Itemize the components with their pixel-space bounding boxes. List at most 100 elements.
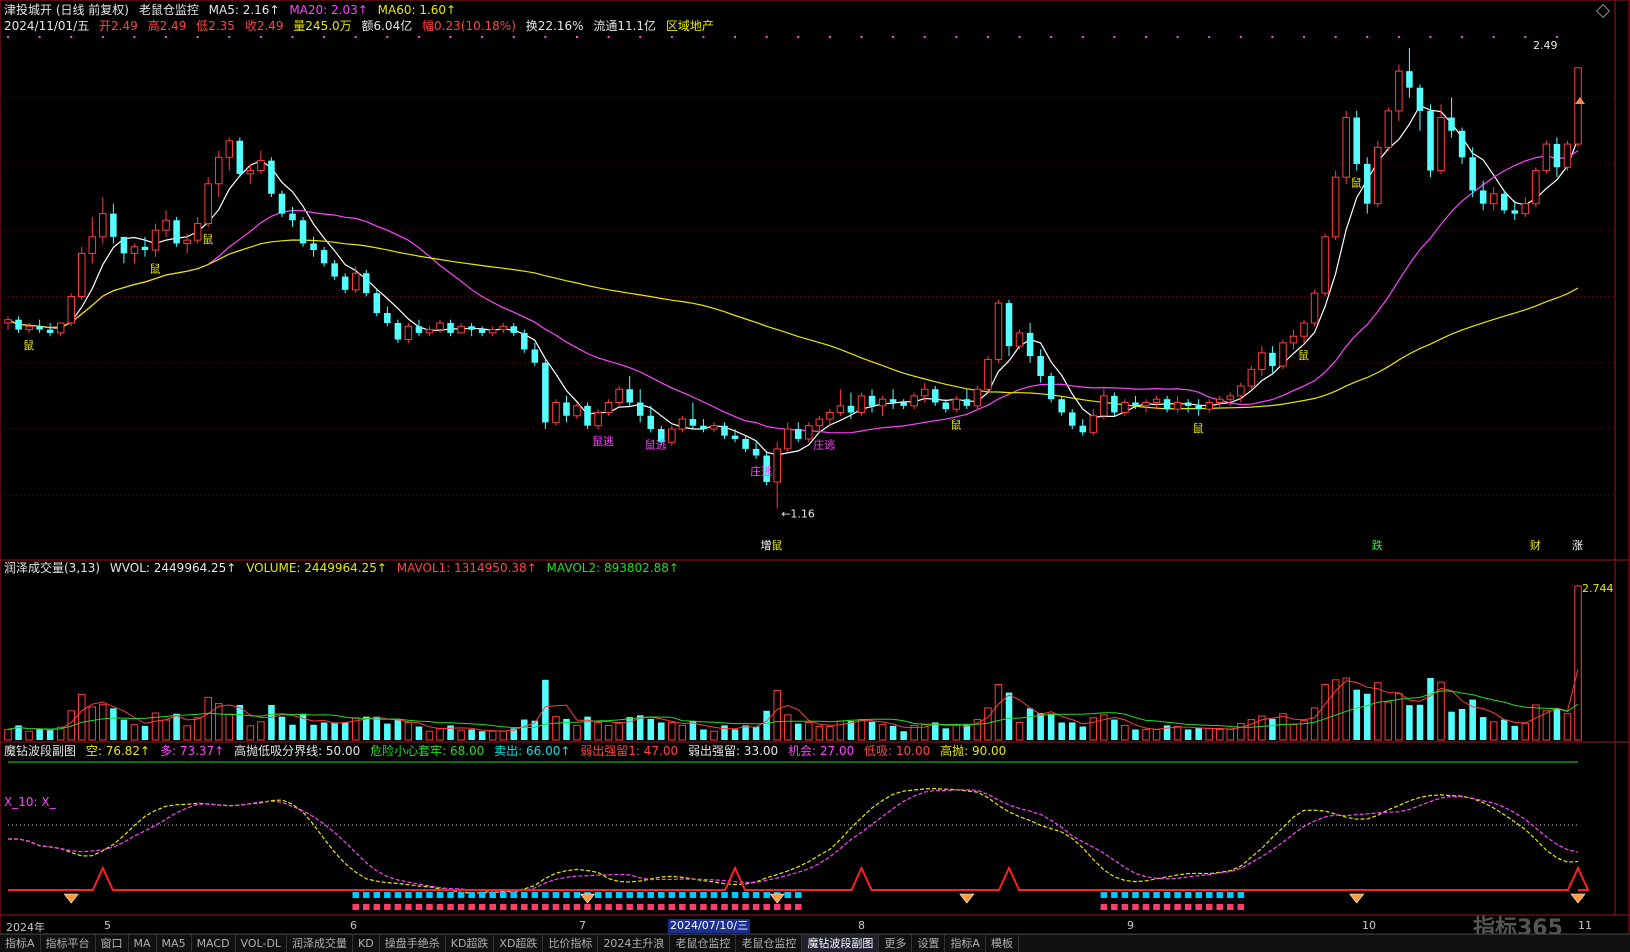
top-marker-dot bbox=[670, 36, 673, 38]
tab-5[interactable]: MACD bbox=[192, 935, 236, 952]
candle-body bbox=[183, 239, 191, 244]
volume-bar bbox=[204, 696, 212, 741]
volume-bar bbox=[1395, 693, 1403, 741]
x-axis-label: 10 bbox=[1362, 919, 1376, 932]
tab-16[interactable]: 魔钻波段副图 bbox=[802, 935, 880, 952]
volume-bar bbox=[268, 704, 275, 740]
indicator-lines bbox=[8, 761, 1590, 910]
tab-17[interactable]: 更多 bbox=[879, 935, 913, 952]
tab-1[interactable]: 指标平台 bbox=[41, 935, 96, 952]
low-zone-bar bbox=[605, 892, 612, 898]
volume-bar bbox=[857, 719, 866, 741]
candle-body bbox=[1363, 163, 1371, 204]
volume-bar bbox=[952, 724, 961, 741]
top-marker-dot bbox=[512, 36, 515, 38]
tab-20[interactable]: 模板 bbox=[986, 935, 1019, 952]
candle bbox=[594, 409, 602, 430]
top-marker-dot bbox=[291, 36, 294, 38]
top-marker-dot bbox=[1271, 36, 1274, 38]
low-zone-bar bbox=[384, 892, 391, 898]
top-marker-dot bbox=[165, 36, 168, 38]
candle-body bbox=[373, 293, 381, 314]
candle-body bbox=[1132, 402, 1139, 406]
candle-body bbox=[1521, 203, 1530, 215]
low-zone-bar bbox=[752, 892, 760, 898]
tab-0[interactable]: 指标A bbox=[0, 935, 41, 952]
tab-11[interactable]: XD超跌 bbox=[494, 935, 544, 952]
tab-9[interactable]: 操盘手绝杀 bbox=[380, 935, 446, 952]
tab-8[interactable]: KD bbox=[353, 935, 380, 952]
candle bbox=[415, 319, 423, 337]
volume-bars bbox=[4, 585, 1582, 741]
candle bbox=[531, 342, 539, 367]
candle-body bbox=[415, 326, 423, 333]
top-marker-dot bbox=[323, 36, 326, 38]
indicator-header: 魔钻波段副图 空: 76.82↑ 多: 73.37↑ 高抛低吸分界线: 50.0… bbox=[4, 744, 1012, 758]
tab-7[interactable]: 润泽成交量 bbox=[287, 935, 354, 952]
top-marker-dot bbox=[734, 36, 737, 38]
candle bbox=[878, 395, 887, 416]
float-value: 流通11.1亿 bbox=[593, 19, 657, 33]
volume-bar bbox=[341, 722, 349, 740]
low-zone-bar bbox=[1142, 904, 1150, 910]
candle-body bbox=[647, 415, 655, 430]
tab-19[interactable]: 指标A bbox=[945, 935, 986, 952]
signal-label: 鼠 bbox=[150, 262, 161, 276]
candle-body bbox=[1089, 415, 1098, 433]
volume-bar bbox=[552, 716, 560, 741]
price-header-row1: 津投城开 (日线 前复权) 老鼠仓监控 MA5: 2.16↑ MA20: 2.0… bbox=[4, 3, 462, 17]
volume-bar bbox=[4, 728, 12, 741]
volume-bar bbox=[488, 730, 497, 741]
candle-body bbox=[447, 322, 454, 333]
candle-body bbox=[1205, 402, 1213, 410]
tab-10[interactable]: KD超跌 bbox=[446, 935, 495, 952]
low-zone-bar bbox=[415, 904, 423, 910]
volume-bar bbox=[573, 724, 581, 741]
volume-bar bbox=[1511, 725, 1519, 740]
sector-value[interactable]: 区域地产 bbox=[666, 19, 714, 33]
indicator-panel-title[interactable]: 魔钻波段副图 bbox=[4, 744, 76, 758]
candle-body bbox=[1058, 399, 1065, 413]
low-zone-bar bbox=[373, 892, 381, 898]
candle-body bbox=[563, 402, 570, 416]
candle bbox=[942, 399, 950, 413]
low-zone-bar bbox=[731, 892, 739, 898]
candle bbox=[1427, 104, 1434, 178]
signal-label: 鼠 bbox=[1298, 348, 1309, 362]
volume-bar bbox=[162, 719, 170, 741]
tab-6[interactable]: VOL-DL bbox=[236, 935, 288, 952]
tab-15[interactable]: 老鼠仓监控 bbox=[736, 935, 803, 952]
candle bbox=[1005, 299, 1013, 357]
top-marker-dot bbox=[860, 36, 863, 38]
candle bbox=[499, 322, 508, 333]
weak2-value: 弱出强留: 33.00 bbox=[687, 744, 779, 758]
volume-bar bbox=[1015, 721, 1024, 741]
candle bbox=[425, 326, 434, 337]
candle-body bbox=[594, 411, 602, 427]
indicator-name[interactable]: 老鼠仓监控 bbox=[139, 3, 199, 17]
volume-panel-title[interactable]: 润泽成交量(3,13) bbox=[4, 561, 100, 575]
open-value: 开2.49 bbox=[99, 19, 138, 33]
tab-2[interactable]: 窗口 bbox=[96, 935, 129, 952]
candle-body bbox=[1184, 402, 1192, 406]
candle-body bbox=[478, 329, 486, 333]
volume-bar bbox=[752, 726, 760, 740]
tab-3[interactable]: MA bbox=[129, 935, 157, 952]
volume-bar bbox=[615, 721, 623, 741]
tab-13[interactable]: 2024主升浪 bbox=[598, 935, 671, 952]
low-zone-bar bbox=[795, 892, 802, 898]
low-zone-bar bbox=[415, 892, 423, 898]
volume-bar bbox=[783, 714, 792, 741]
candle-body bbox=[488, 329, 497, 334]
stock-title[interactable]: 津投城开 (日线 前复权) bbox=[4, 3, 129, 17]
volume-bar bbox=[994, 684, 1003, 741]
tab-14[interactable]: 老鼠仓监控 bbox=[670, 935, 737, 952]
candle bbox=[626, 376, 633, 406]
ma60-value: MA60: 1.60↑ bbox=[377, 3, 457, 17]
signal-label: 鼠 bbox=[202, 232, 213, 246]
candle-body bbox=[499, 325, 508, 331]
tab-18[interactable]: 设置 bbox=[912, 935, 946, 952]
candle bbox=[4, 316, 12, 330]
tab-12[interactable]: 比价指标 bbox=[543, 935, 599, 952]
tab-4[interactable]: MA5 bbox=[157, 935, 192, 952]
